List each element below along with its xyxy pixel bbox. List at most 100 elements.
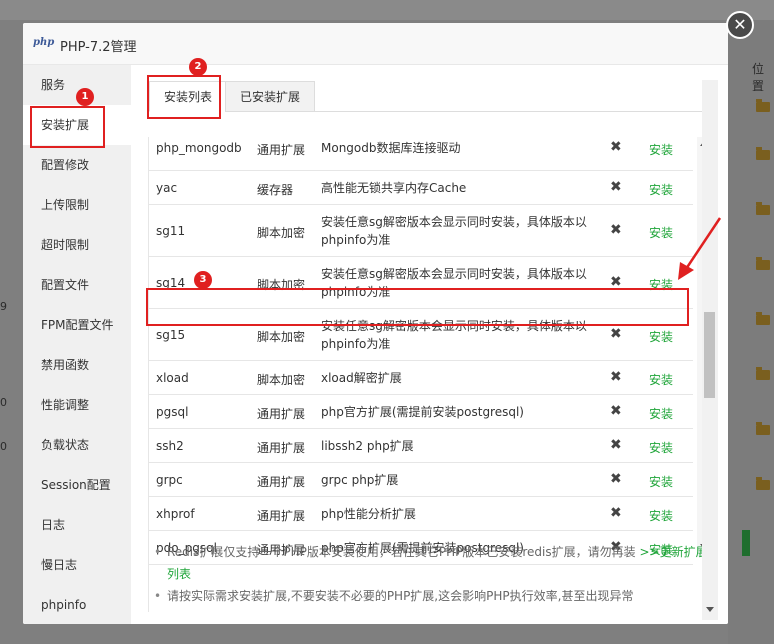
tab-installed-extensions[interactable]: 已安装扩展 [225,81,316,112]
modal-scrollbar[interactable] [702,80,718,620]
folder-icon [756,99,770,112]
note-redis: Redis扩展仅支持一个PHP版本安装使用，若在其它PHP版本已安装redis扩… [149,541,719,585]
note-redis-text: Redis扩展仅支持一个PHP版本安装使用，若在其它PHP版本已安装redis扩… [167,545,636,559]
sidebar-item-phpinfo[interactable]: phpinfo [23,585,131,624]
highlight-box-tab [147,75,221,119]
ext-desc: 高性能无锁共享内存Cache [321,181,467,195]
background-green-button [742,530,750,556]
install-link[interactable]: 安装 [649,507,673,524]
sidebar-item-load-status[interactable]: 负载状态 [23,425,131,465]
table-row: xhprof 通用扩展 php性能分析扩展 ✖ 安装 [149,497,693,531]
sidebar-item-config-edit[interactable]: 配置修改 [23,145,131,185]
sidebar-item-config-file[interactable]: 配置文件 [23,265,131,305]
ext-desc: php官方扩展(需提前安装postgresql) [321,405,524,419]
install-link[interactable]: 安装 [649,371,673,388]
sidebar-item-slow-log[interactable]: 慢日志 [23,545,131,585]
pointer-arrow-icon [678,217,722,280]
ext-name: php_mongodb [156,141,242,155]
sidebar: 服务 安装扩展 配置修改 上传限制 超时限制 配置文件 FPM配置文件 禁用函数… [23,65,131,624]
sidebar-item-upload-limit[interactable]: 上传限制 [23,185,131,225]
ext-name: yac [156,181,178,195]
step-badge-3: 3 [194,271,212,289]
ext-type: 通用扩展 [257,475,306,489]
ext-desc: php性能分析扩展 [321,507,416,521]
background-number: 9 [0,300,7,313]
status-x-icon: ✖ [610,326,622,342]
table-row: xload 脚本加密 xload解密扩展 ✖ 安装 [149,361,693,395]
folder-icon [756,147,770,160]
ext-desc: 安装任意sg解密版本会显示同时安装，具体版本以phpinfo为准 [321,215,587,247]
folder-icon [756,312,770,325]
ext-type: 通用扩展 [257,441,306,455]
tab-bar: 安装列表 已安装扩展 [149,81,709,112]
status-x-icon: ✖ [610,179,622,195]
background-top-bar [0,0,774,20]
folder-icon [756,477,770,490]
status-x-icon: ✖ [610,471,622,487]
table-row: grpc 通用扩展 grpc php扩展 ✖ 安装 [149,463,693,497]
ext-name: pgsql [156,405,189,419]
table-row: yac 缓存器 高性能无锁共享内存Cache ✖ 安装 [149,171,693,205]
ext-desc: Mongodb数据库连接驱动 [321,141,461,155]
ext-type: 通用扩展 [257,143,306,157]
folder-icon [756,257,770,270]
sidebar-item-session-config[interactable]: Session配置 [23,465,131,505]
note-install-advice: 请按实际需求安装扩展,不要安装不必要的PHP扩展,这会影响PHP执行效率,甚至出… [149,585,719,607]
status-x-icon: ✖ [610,403,622,419]
status-x-icon: ✖ [610,437,622,453]
status-x-icon: ✖ [610,505,622,521]
ext-type: 缓存器 [257,183,294,197]
highlight-box-sidebar [30,106,105,148]
table-row: ssh2 通用扩展 libssh2 php扩展 ✖ 安装 [149,429,693,463]
ext-type: 通用扩展 [257,509,306,523]
background-number: 0 [0,440,7,453]
ext-type: 脚本加密 [257,330,306,344]
ext-name: ssh2 [156,439,184,453]
install-link[interactable]: 安装 [649,181,673,198]
sidebar-item-performance[interactable]: 性能调整 [23,385,131,425]
notes: Redis扩展仅支持一个PHP版本安装使用，若在其它PHP版本已安装redis扩… [149,541,719,607]
status-x-icon: ✖ [610,222,622,238]
ext-name: sg15 [156,328,186,342]
ext-desc: grpc php扩展 [321,473,399,487]
install-link[interactable]: 安装 [649,141,673,158]
background-file-list: 位置 [728,20,774,644]
ext-desc: xload解密扩展 [321,371,402,385]
step-badge-1: 1 [76,88,94,106]
sidebar-item-disabled-functions[interactable]: 禁用函数 [23,345,131,385]
install-link[interactable]: 安装 [649,328,673,345]
background-number: 0 [0,396,7,409]
modal-scroll-thumb[interactable] [704,312,715,398]
ext-name: xhprof [156,507,195,521]
table-row: pgsql 通用扩展 php官方扩展(需提前安装postgresql) ✖ 安装 [149,395,693,429]
install-link[interactable]: 安装 [649,439,673,456]
status-x-icon: ✖ [610,369,622,385]
sidebar-item-log[interactable]: 日志 [23,505,131,545]
sidebar-item-timeout-limit[interactable]: 超时限制 [23,225,131,265]
ext-desc: libssh2 php扩展 [321,439,414,453]
modal-title: PHP-7.2管理 [60,40,137,55]
ext-name: sg11 [156,224,186,238]
table-row: sg11 脚本加密 安装任意sg解密版本会显示同时安装，具体版本以phpinfo… [149,205,693,257]
folder-icon [756,422,770,435]
folder-icon [756,202,770,215]
status-x-icon: ✖ [610,139,622,155]
background-column-header: 位置 [752,62,765,93]
table-row: php_mongodb 通用扩展 Mongodb数据库连接驱动 ✖ 安装 [149,137,693,171]
ext-type: 通用扩展 [257,407,306,421]
content-panel: 安装列表 已安装扩展 php_mongodb 通用扩展 Mongodb数据库连接… [131,65,728,624]
install-link[interactable]: 安装 [649,473,673,490]
modal-scroll-down-arrow-icon[interactable] [706,607,714,612]
ext-name: xload [156,371,189,385]
folder-icon [756,367,770,380]
php-logo-icon: php [33,37,55,48]
ext-name: grpc [156,473,183,487]
close-button[interactable]: ✕ [726,11,754,39]
note-install-advice-text: 请按实际需求安装扩展,不要安装不必要的PHP扩展,这会影响PHP执行效率,甚至出… [167,589,634,603]
ext-type: 脚本加密 [257,226,306,240]
ext-type: 脚本加密 [257,373,306,387]
sidebar-item-fpm-config[interactable]: FPM配置文件 [23,305,131,345]
install-link[interactable]: 安装 [649,405,673,422]
step-badge-2: 2 [189,58,207,76]
modal-header: php PHP-7.2管理 [23,23,728,65]
